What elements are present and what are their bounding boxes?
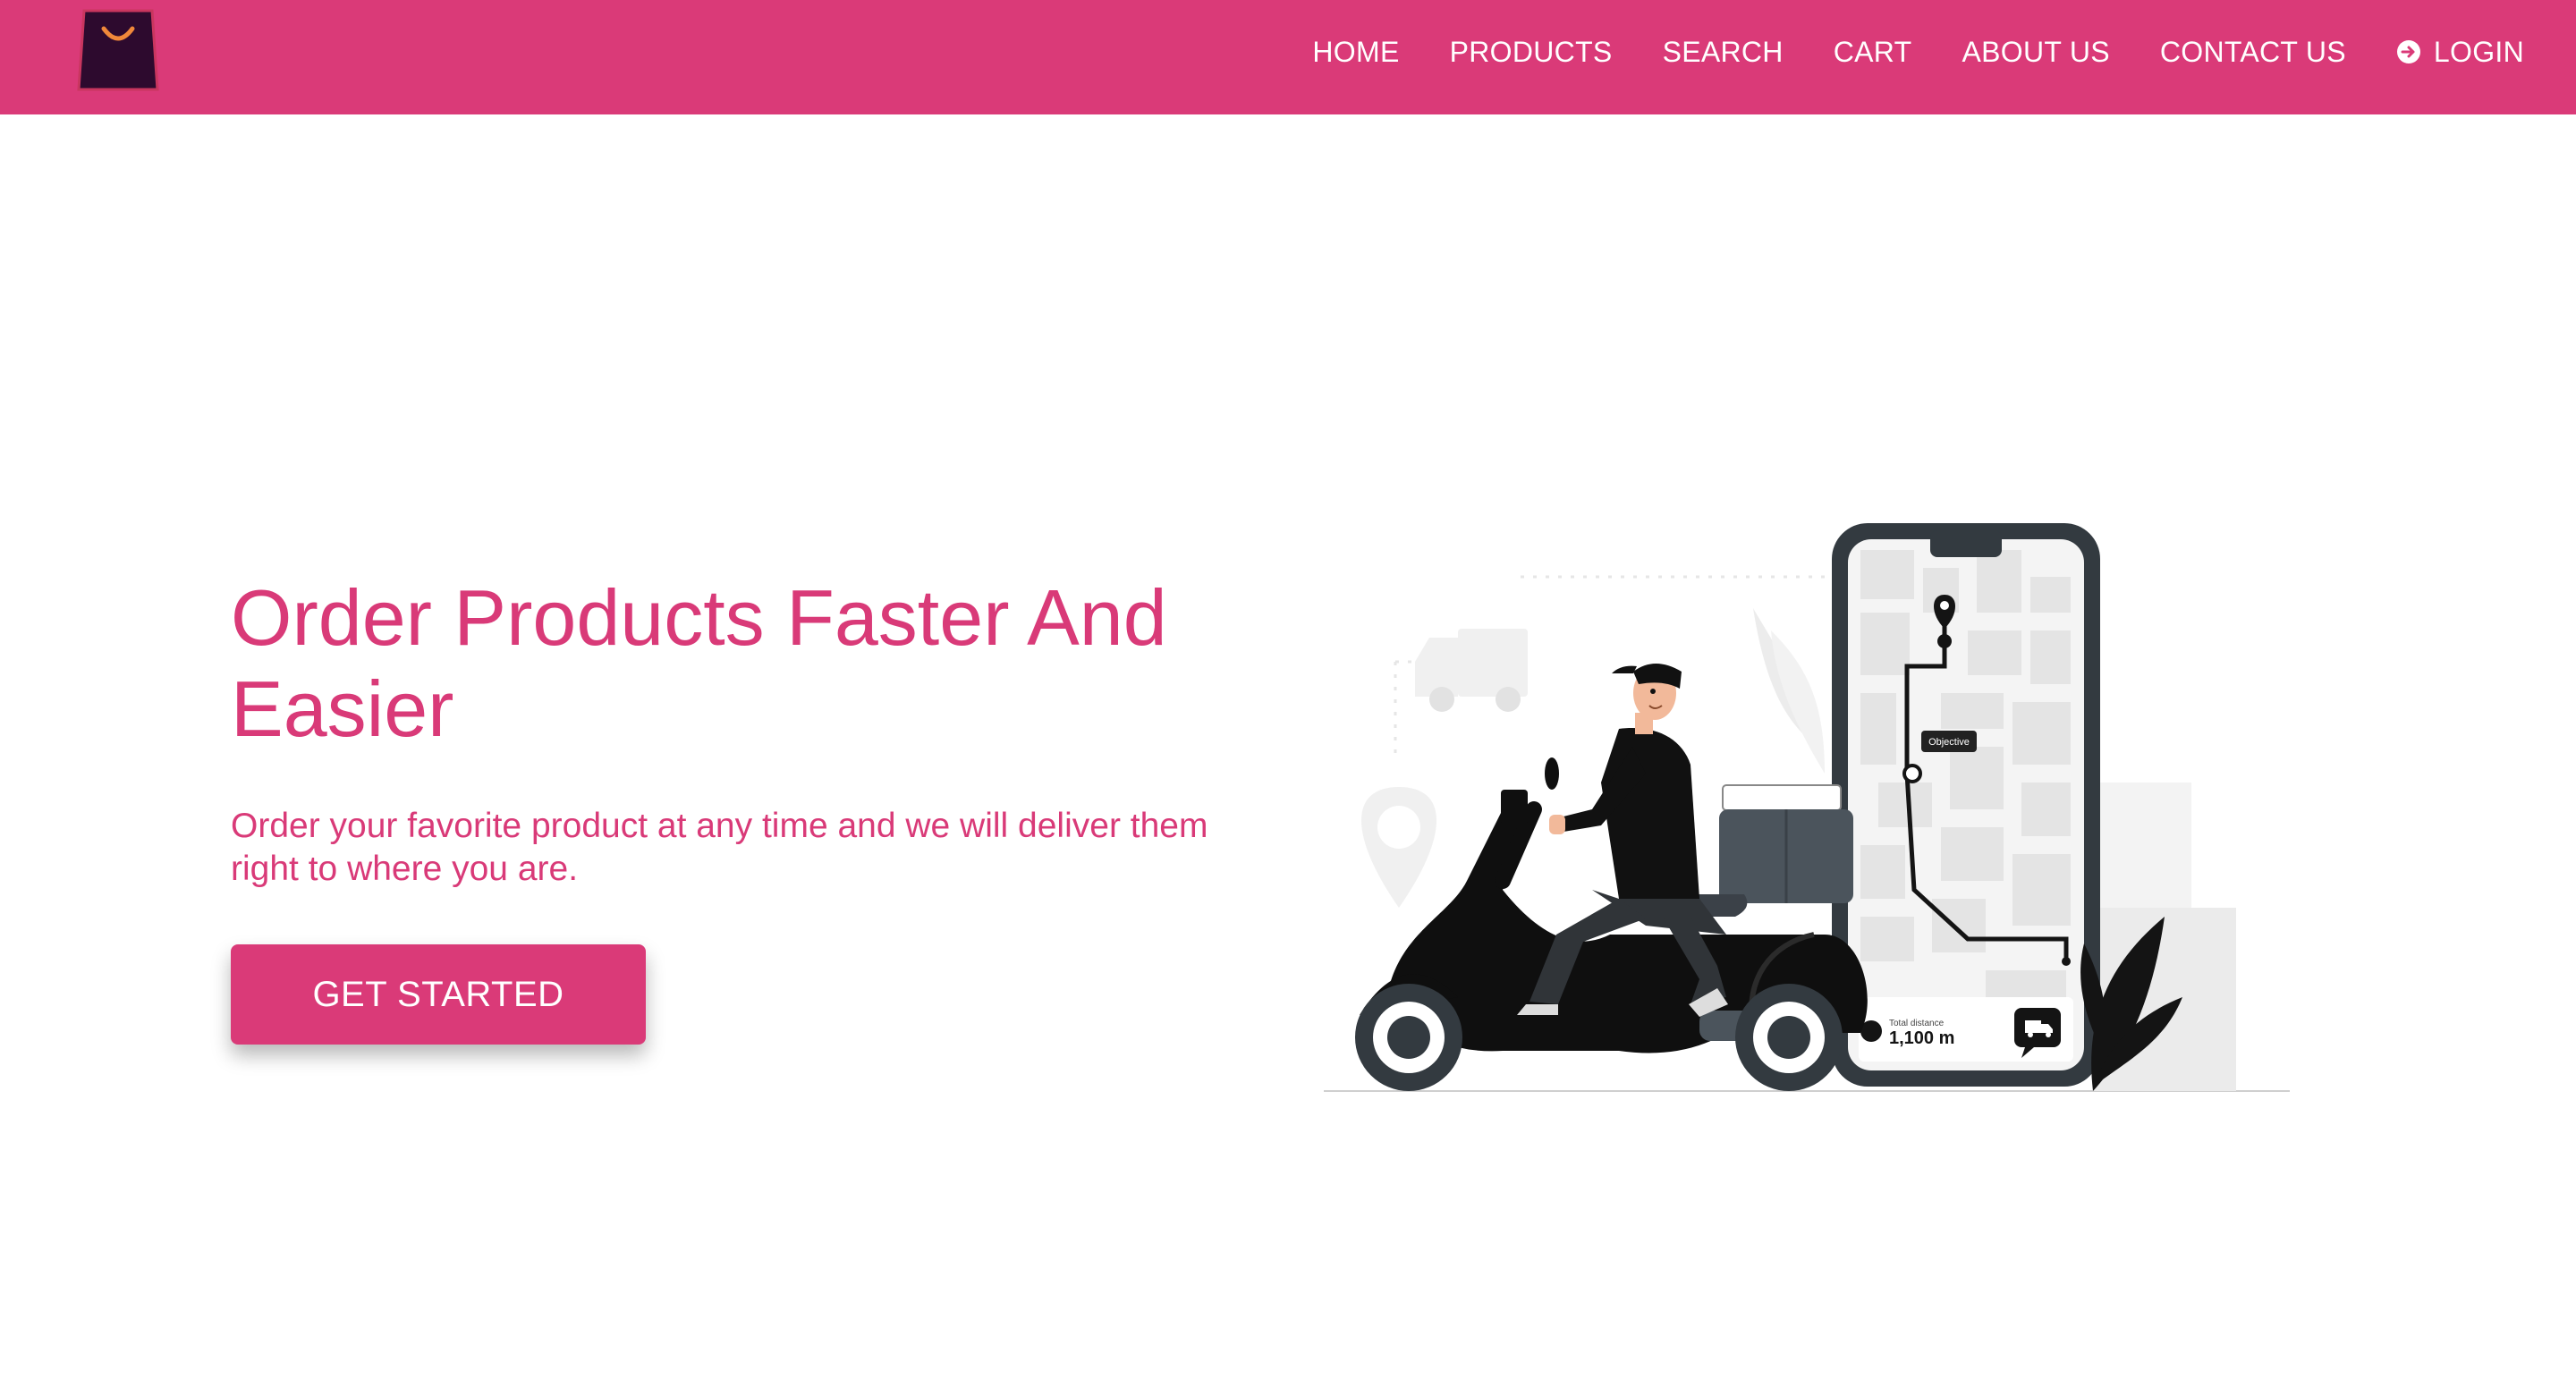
distance-value: 1,100 m: [1889, 1028, 1954, 1048]
phone-map-illustration: Objective Total distance 1,100 m: [1832, 523, 2100, 1087]
nav-search[interactable]: SEARCH: [1663, 36, 1784, 69]
nav-about-us[interactable]: ABOUT US: [1962, 36, 2109, 69]
nav-login-label: LOGIN: [2433, 35, 2524, 68]
hero-subtitle: Order your favorite product at any time …: [231, 807, 1208, 888]
truck-icon: [1415, 629, 1528, 712]
nav-contact-us[interactable]: CONTACT US: [2160, 36, 2346, 69]
nav-login[interactable]: LOGIN: [2396, 36, 2524, 69]
nav-cart[interactable]: CART: [1834, 36, 1912, 69]
delivery-illustration: Objective Total distance 1,100 m: [1324, 523, 2290, 1092]
objective-label: Objective: [1928, 737, 1970, 748]
location-pin-icon: [1361, 787, 1436, 908]
navbar: HOME PRODUCTS SEARCH CART ABOUT US CONTA…: [0, 0, 2576, 114]
nav-products[interactable]: PRODUCTS: [1450, 36, 1613, 69]
shopping-bag-icon[interactable]: [77, 7, 159, 93]
get-started-button[interactable]: GET STARTED: [231, 944, 646, 1045]
main-nav: HOME PRODUCTS SEARCH CART ABOUT US CONTA…: [1312, 0, 2524, 104]
hero-title: Order Products Faster And Easier: [231, 573, 1167, 753]
nav-home[interactable]: HOME: [1312, 36, 1399, 69]
distance-caption: Total distance: [1889, 1019, 1945, 1028]
scooter-rider-illustration: [1355, 664, 1868, 1091]
login-arrow-icon: [2396, 40, 2420, 63]
